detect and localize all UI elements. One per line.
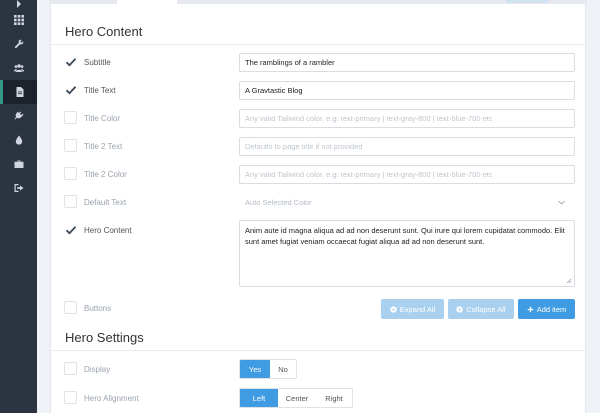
add-item-button[interactable]: Add item bbox=[518, 299, 575, 319]
alignment-option-left[interactable]: Left bbox=[240, 389, 278, 407]
wrench-icon bbox=[14, 39, 23, 49]
collapse-circle-icon bbox=[456, 305, 464, 313]
plus-icon bbox=[527, 306, 533, 312]
expand-all-label: Expand All bbox=[399, 304, 436, 314]
title-text-checkbox[interactable] bbox=[64, 83, 77, 96]
buttons-label: Buttons bbox=[84, 304, 112, 313]
section-title-hero-settings: Hero Settings bbox=[65, 330, 144, 345]
sign-out-icon bbox=[14, 184, 23, 192]
nav-item-tools[interactable] bbox=[0, 152, 37, 176]
check-icon bbox=[65, 85, 76, 94]
plug-icon bbox=[14, 111, 23, 120]
nav-item-dashboard[interactable] bbox=[0, 8, 37, 32]
document-icon bbox=[16, 87, 24, 97]
hero-alignment-checkbox[interactable] bbox=[64, 391, 77, 404]
title-2-text-label: Title 2 Text bbox=[84, 142, 123, 151]
expand-circle-icon bbox=[390, 305, 397, 313]
title-2-color-input[interactable]: Any valid Tailwind color, e.g. text-prim… bbox=[239, 165, 575, 184]
title-2-text-checkbox[interactable] bbox=[64, 139, 77, 152]
section-divider bbox=[51, 350, 587, 351]
title-color-checkbox[interactable] bbox=[64, 111, 77, 124]
briefcase-icon bbox=[14, 160, 23, 168]
admin-sidebar bbox=[0, 0, 37, 413]
display-checkbox[interactable] bbox=[64, 362, 77, 375]
hero-content-label: Hero Content bbox=[84, 226, 132, 235]
subtitle-label: Subtitle bbox=[84, 58, 111, 67]
hero-alignment-toggle[interactable]: Left Center Right bbox=[239, 388, 353, 408]
alignment-option-center[interactable]: Center bbox=[278, 389, 316, 407]
collapse-all-button[interactable]: Collapse All bbox=[448, 299, 514, 319]
page-editor-card: Hero Content Subtitle The ramblings of a… bbox=[50, 0, 587, 413]
display-toggle[interactable]: Yes No bbox=[239, 359, 297, 379]
grid-icon bbox=[13, 15, 24, 25]
title-text-input[interactable]: A Gravtastic Blog bbox=[239, 81, 575, 100]
hero-alignment-label: Hero Alignment bbox=[84, 394, 139, 403]
display-option-yes[interactable]: Yes bbox=[240, 360, 270, 378]
default-text-select-value: Auto Selected Color bbox=[245, 198, 312, 207]
display-option-no[interactable]: No bbox=[270, 360, 296, 378]
nav-item-users[interactable] bbox=[0, 56, 37, 80]
title-2-text-input[interactable]: Defaults to page title if not provided bbox=[239, 137, 575, 156]
nav-item-pages[interactable] bbox=[0, 80, 37, 104]
nav-item-plugins[interactable] bbox=[0, 104, 37, 128]
section-divider bbox=[51, 44, 587, 45]
hero-content-textarea[interactable]: Anim aute id magna aliqua ad ad non dese… bbox=[239, 220, 575, 287]
section-title-hero-content: Hero Content bbox=[65, 24, 143, 39]
title-color-input[interactable]: Any valid Tailwind color, e.g. text-prim… bbox=[239, 109, 575, 128]
resize-handle-icon[interactable] bbox=[566, 278, 572, 284]
buttons-checkbox[interactable] bbox=[64, 301, 77, 314]
tab-secondary-edge[interactable] bbox=[506, 0, 548, 3]
subtitle-checkbox[interactable] bbox=[64, 55, 77, 68]
droplet-icon bbox=[15, 135, 22, 145]
nav-item-themes[interactable] bbox=[0, 128, 37, 152]
users-icon bbox=[13, 64, 24, 72]
collapse-all-label: Collapse All bbox=[466, 304, 506, 314]
editor-tabs-strip bbox=[51, 0, 587, 4]
default-text-checkbox[interactable] bbox=[64, 195, 77, 208]
add-item-label: Add item bbox=[536, 304, 567, 314]
title-2-color-checkbox[interactable] bbox=[64, 167, 77, 180]
subtitle-input[interactable]: The ramblings of a rambler bbox=[239, 53, 575, 72]
title-color-label: Title Color bbox=[84, 114, 121, 123]
alignment-option-right[interactable]: Right bbox=[316, 389, 352, 407]
hero-content-text: Anim aute id magna aliqua ad ad non dese… bbox=[245, 226, 565, 246]
default-text-label: Default Text bbox=[84, 198, 127, 207]
default-text-select[interactable]: Auto Selected Color bbox=[239, 193, 575, 212]
display-label: Display bbox=[84, 365, 111, 374]
check-icon bbox=[65, 225, 76, 234]
hero-content-checkbox[interactable] bbox=[64, 223, 77, 236]
tab-active-edge[interactable] bbox=[117, 0, 177, 4]
nav-item-configuration[interactable] bbox=[0, 32, 37, 56]
check-icon bbox=[65, 57, 76, 66]
title-2-color-label: Title 2 Color bbox=[84, 170, 127, 179]
expand-all-button[interactable]: Expand All bbox=[381, 299, 444, 319]
chevron-down-icon bbox=[557, 200, 566, 205]
nav-item-logout[interactable] bbox=[0, 176, 37, 200]
title-text-label: Title Text bbox=[84, 86, 116, 95]
